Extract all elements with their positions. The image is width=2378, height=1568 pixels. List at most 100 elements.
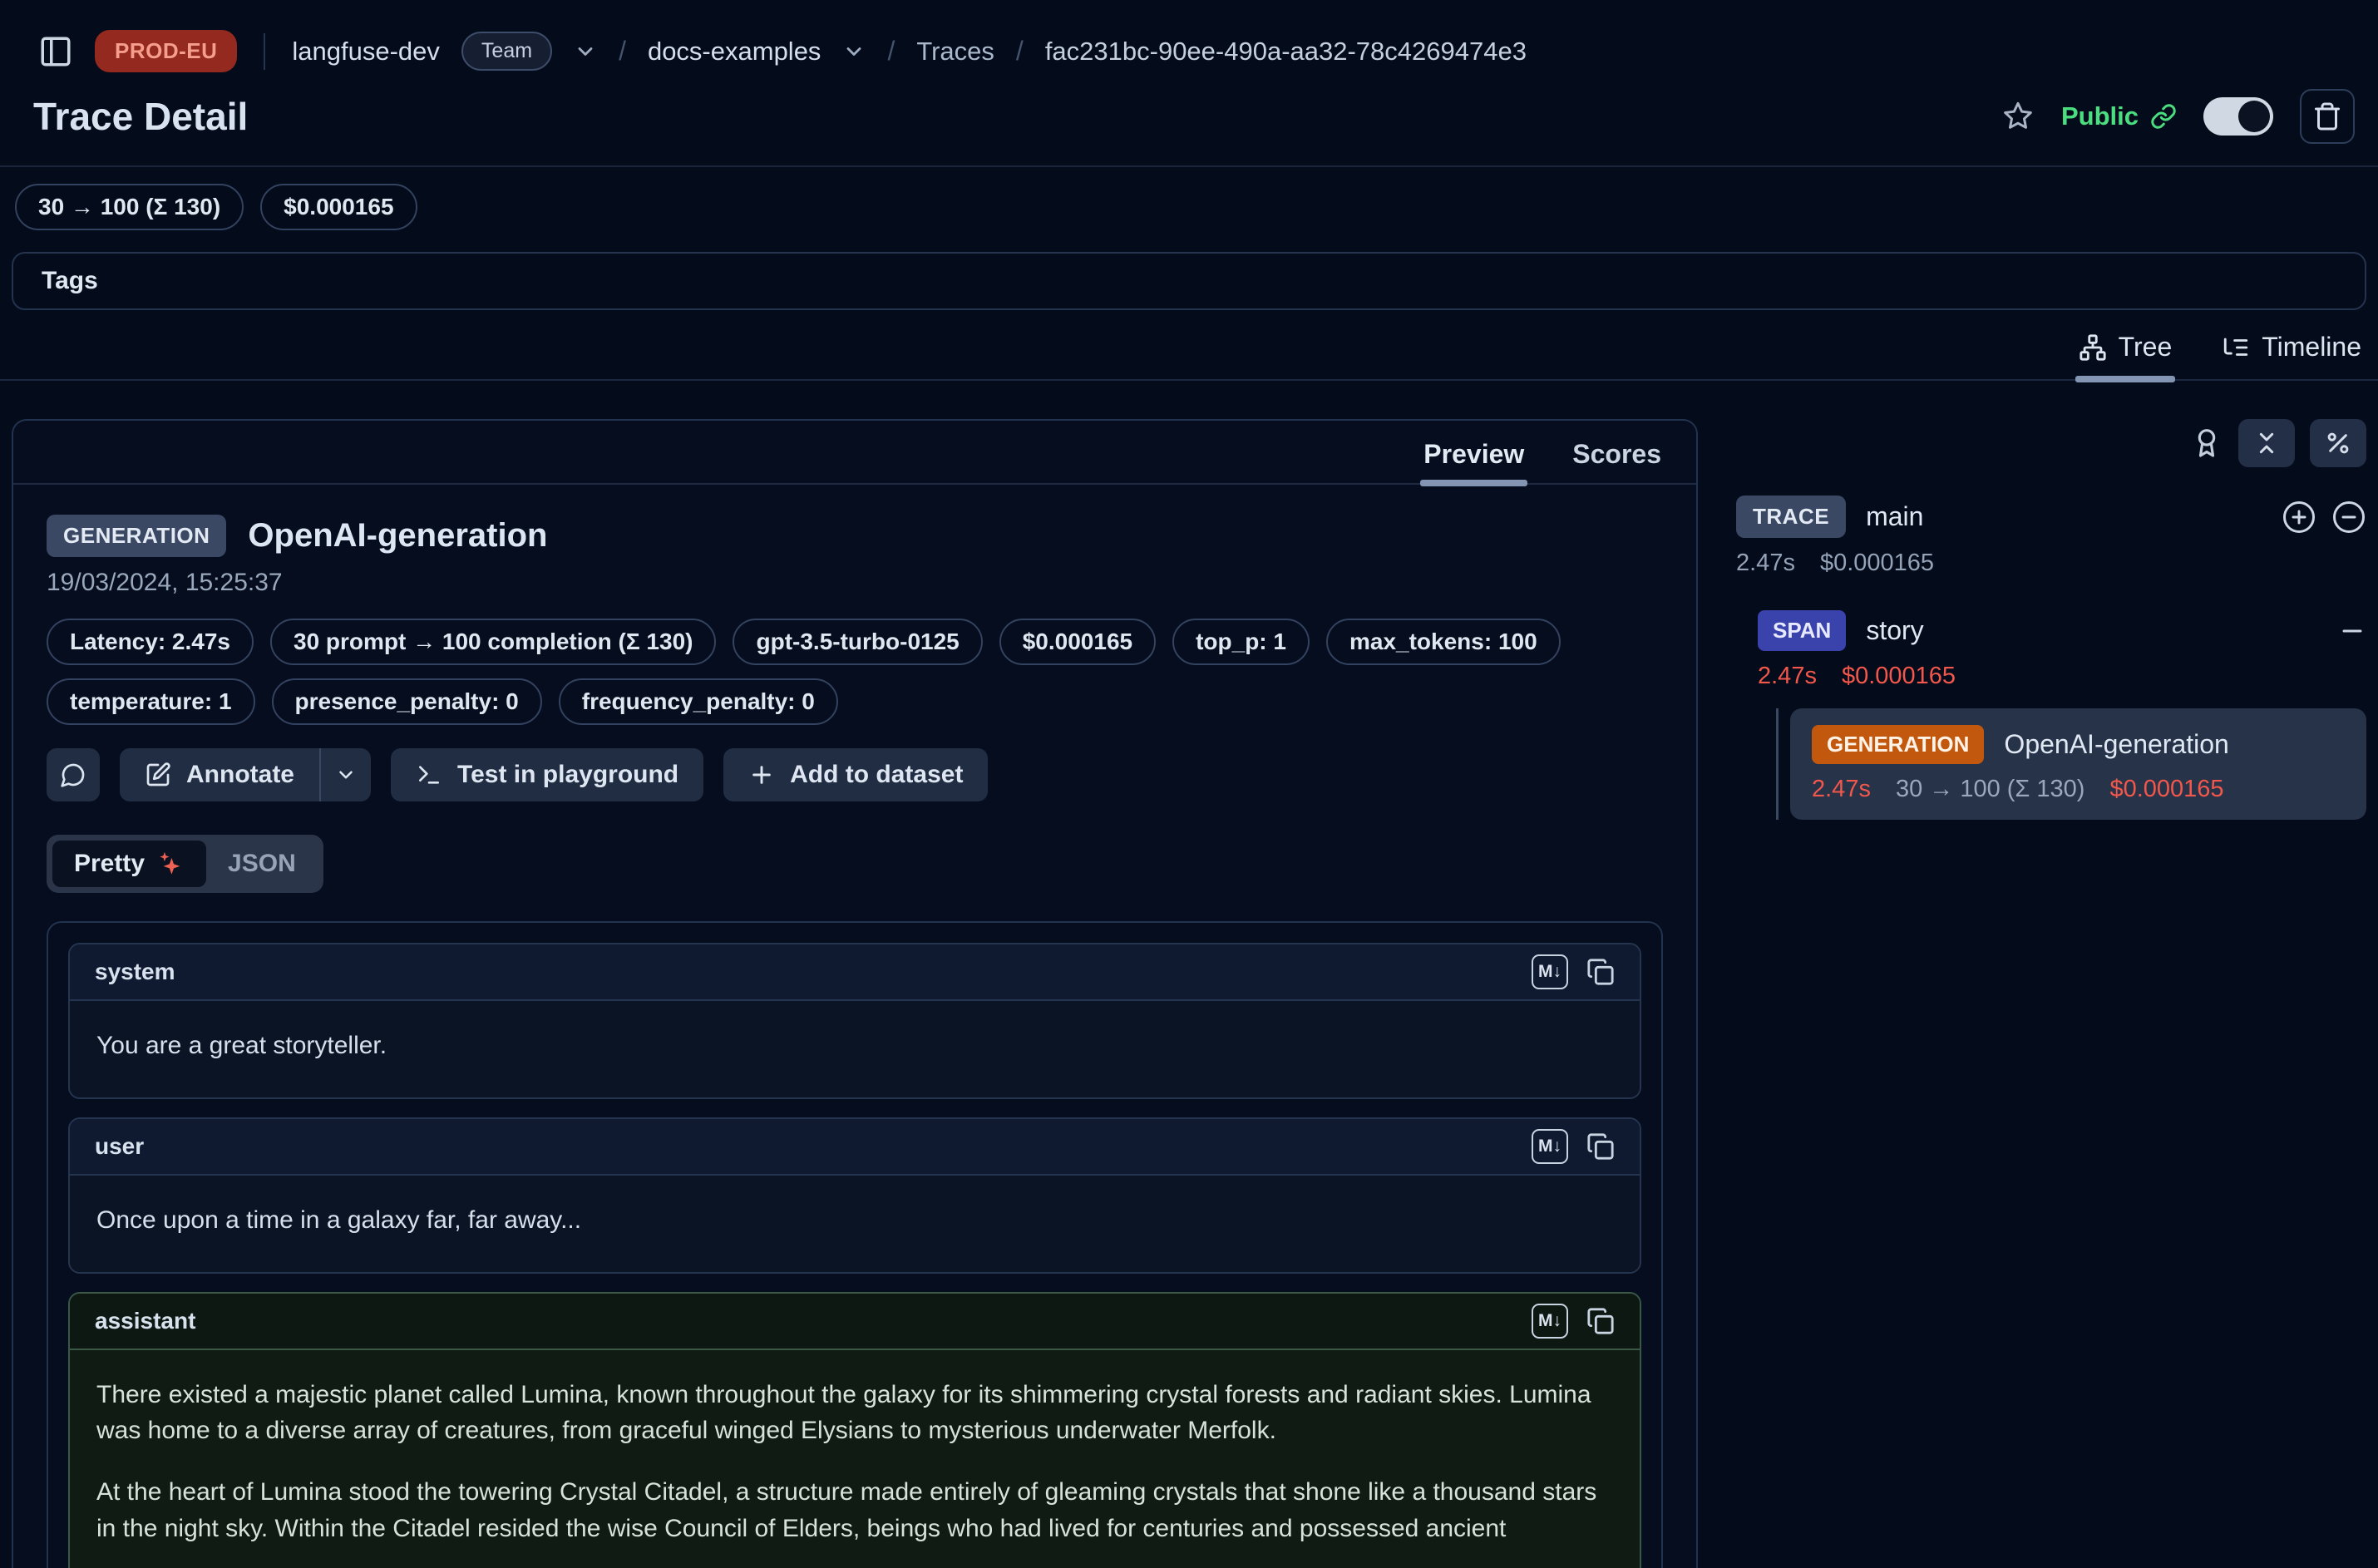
terminal-icon <box>416 762 442 788</box>
trace-metrics: 2.47s $0.000165 <box>1736 550 2366 577</box>
tab-preview-label: Preview <box>1423 439 1524 469</box>
message-system: system M↓ You are a great storytelle <box>68 943 1641 1099</box>
active-tab-indicator <box>2075 376 2176 382</box>
public-toggle[interactable] <box>2203 97 2273 136</box>
observation-title: OpenAI-generation <box>248 517 547 555</box>
metrics-percent-button[interactable] <box>2310 419 2366 467</box>
trash-icon <box>2312 101 2342 131</box>
temperature-badge: temperature: 1 <box>47 678 255 725</box>
format-pretty-button[interactable]: Pretty <box>52 841 206 887</box>
breadcrumb-project[interactable]: docs-examples <box>648 37 821 67</box>
panel-left-icon <box>38 34 73 69</box>
markdown-toggle-button[interactable]: M↓ <box>1532 1304 1568 1339</box>
trace-cost: $0.000165 <box>1820 550 1934 577</box>
observation-preview-panel: Preview Scores GENERATION OpenAI-generat… <box>12 419 1698 1568</box>
observation-detail: GENERATION OpenAI-generation 19/03/2024,… <box>13 485 1696 1568</box>
message-content: There existed a majestic planet called L… <box>70 1350 1640 1568</box>
generation-header: GENERATION OpenAI-generation <box>1812 725 2345 764</box>
plus-circle-icon <box>2282 500 2316 535</box>
annotate-dropdown-button[interactable] <box>319 748 371 801</box>
tree-toolbar <box>1736 419 2366 492</box>
annotate-pen-icon <box>145 762 171 788</box>
generation-metrics: 2.47s 30 → 100 (Σ 130) $0.000165 <box>1812 776 2345 803</box>
tree-icon <box>2079 333 2107 362</box>
message-header: user M↓ <box>70 1119 1640 1176</box>
add-to-dataset-button[interactable]: Add to dataset <box>723 748 988 801</box>
star-icon <box>2001 100 2035 133</box>
breadcrumb: PROD-EU langfuse-dev Team / docs-example… <box>0 0 2378 72</box>
json-label: JSON <box>228 850 296 878</box>
favorite-star-button[interactable] <box>2001 100 2035 133</box>
span-latency: 2.47s <box>1758 663 1817 690</box>
comment-icon <box>60 762 86 788</box>
chevron-down-icon <box>335 764 357 786</box>
collapse-tree-button[interactable] <box>2331 500 2366 535</box>
trace-tree-panel: TRACE main <box>1736 419 2366 820</box>
tab-scores[interactable]: Scores <box>1572 439 1661 483</box>
expand-all-button[interactable] <box>2282 500 2316 535</box>
tree-row-actions <box>2282 500 2366 535</box>
tags-label: Tags <box>42 267 98 294</box>
divider <box>264 33 265 70</box>
collapse-span-button[interactable] <box>2338 617 2366 645</box>
comment-button[interactable] <box>47 748 100 801</box>
model-badge[interactable]: gpt-3.5-turbo-0125 <box>733 619 982 665</box>
copy-button[interactable] <box>1586 1132 1615 1161</box>
message-tools: M↓ <box>1532 1304 1615 1339</box>
copy-icon <box>1586 958 1615 986</box>
span-name: story <box>1866 615 1923 646</box>
trace-badge: TRACE <box>1736 496 1846 538</box>
span-badge: SPAN <box>1758 610 1846 651</box>
pretty-label: Pretty <box>74 850 145 878</box>
format-toggle: Pretty JSON <box>47 835 323 893</box>
message-role-label: assistant <box>95 1308 195 1334</box>
message-assistant: assistant M↓ There ex <box>68 1292 1641 1568</box>
delete-trace-button[interactable] <box>2300 89 2355 144</box>
generation-latency: 2.47s <box>1812 776 1871 803</box>
chevrons-collapse-icon <box>2253 430 2280 456</box>
format-json-button[interactable]: JSON <box>206 841 318 887</box>
markdown-toggle-button[interactable]: M↓ <box>1532 954 1568 989</box>
copy-button[interactable] <box>1586 958 1615 986</box>
public-share-link[interactable]: Public <box>2061 101 2177 131</box>
message-tools: M↓ <box>1532 954 1615 989</box>
breadcrumb-separator: / <box>619 36 626 67</box>
top-p-badge: top_p: 1 <box>1172 619 1310 665</box>
collapse-all-button[interactable] <box>2238 419 2295 467</box>
message-role-label: system <box>95 959 175 985</box>
annotate-button[interactable]: Annotate <box>120 748 319 801</box>
tab-preview[interactable]: Preview <box>1423 439 1524 483</box>
sidebar-toggle-button[interactable] <box>38 34 73 69</box>
trace-tree: TRACE main <box>1736 496 2366 820</box>
header-actions: Public <box>2001 89 2355 144</box>
tags-section[interactable]: Tags <box>12 252 2366 310</box>
sparkles-icon <box>156 850 185 878</box>
annotate-split-button: Annotate <box>120 748 371 801</box>
markdown-toggle-button[interactable]: M↓ <box>1532 1129 1568 1164</box>
tree-row-span[interactable]: SPAN story <box>1758 610 2366 651</box>
breadcrumb-separator: / <box>1016 36 1024 67</box>
test-in-playground-button[interactable]: Test in playground <box>391 748 703 801</box>
tree-generation-branch: GENERATION OpenAI-generation 2.47s 30 → … <box>1776 708 2366 820</box>
tab-tree[interactable]: Tree <box>2079 332 2173 379</box>
generation-tokens: 30 → 100 (Σ 130) <box>1896 776 2085 803</box>
breadcrumb-traces-link[interactable]: Traces <box>916 37 994 67</box>
breadcrumb-org[interactable]: langfuse-dev <box>292 37 440 67</box>
breadcrumb-trace-id: fac231bc-90ee-490a-aa32-78c4269474e3 <box>1045 37 1527 67</box>
cost-badge: $0.000165 <box>260 184 417 230</box>
public-label: Public <box>2061 101 2139 131</box>
tree-row-trace[interactable]: TRACE main <box>1736 496 2366 538</box>
trace-summary-badges: 30 → 100 (Σ 130) $0.000165 <box>0 167 2378 230</box>
percent-icon <box>2325 430 2351 456</box>
chevron-down-icon[interactable] <box>574 40 597 63</box>
award-icon-button[interactable] <box>2190 427 2223 460</box>
assistant-paragraph: At the heart of Lumina stood the towerin… <box>96 1474 1613 1547</box>
link-icon <box>2150 103 2177 130</box>
page-title: Trace Detail <box>33 94 248 139</box>
tab-timeline[interactable]: Timeline <box>2222 332 2361 379</box>
copy-button[interactable] <box>1586 1307 1615 1335</box>
org-type-badge: Team <box>461 32 552 71</box>
chevron-down-icon[interactable] <box>842 40 866 63</box>
tab-scores-label: Scores <box>1572 439 1661 469</box>
tree-row-generation-selected[interactable]: GENERATION OpenAI-generation 2.47s 30 → … <box>1790 708 2366 820</box>
